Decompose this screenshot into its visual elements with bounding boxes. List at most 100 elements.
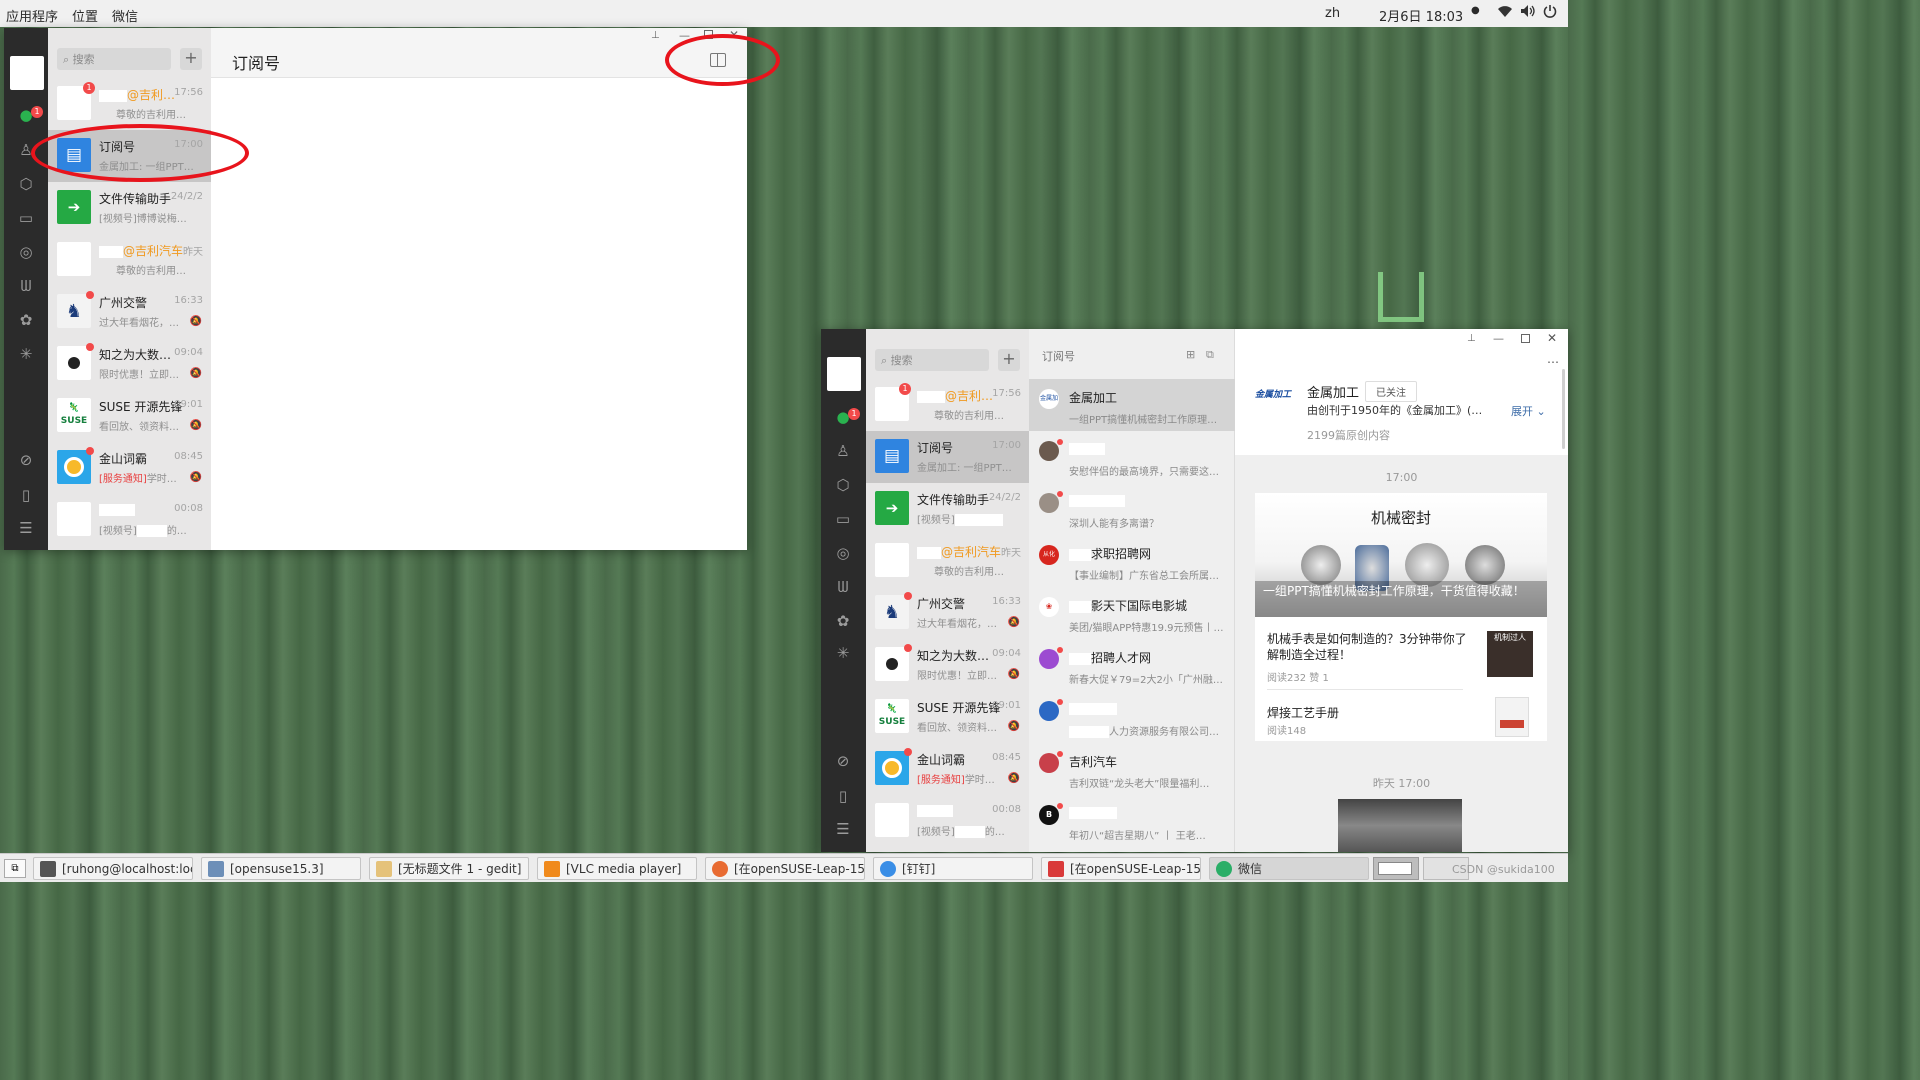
search-feature-icon[interactable]: ✳ — [14, 342, 38, 366]
feed-message: 【事业编制】广东省总工会所属… — [1069, 571, 1219, 582]
channels-icon[interactable]: ᗯ — [831, 575, 855, 599]
pin-icon[interactable]: ⊥ — [1467, 333, 1476, 344]
chat-item-file-transfer[interactable]: ➔ 文件传输助手 24/2/2 [视频号]博博说梅… — [48, 182, 211, 234]
scrollbar[interactable] — [1562, 369, 1565, 449]
chat-item-last[interactable]: 00:08 [视频号] 的… — [48, 494, 211, 546]
taskbar-gedit[interactable]: [无标题文件 1 - gedit] — [369, 857, 529, 880]
chat-item-suse[interactable]: 🦎 SUSE SUSE 开源先锋 09:01 看回放、领资料… 🔕 — [48, 390, 211, 442]
cube-icon[interactable]: ⬡ — [14, 172, 38, 196]
mute-bell-icon: 🔕 — [189, 316, 202, 327]
feed-item-hr[interactable]: 人力资源服务有限公司… — [1029, 691, 1235, 743]
phone-icon[interactable]: ▯ — [14, 483, 38, 507]
article-2-title[interactable]: 焊接工艺手册 — [1267, 704, 1339, 721]
mini-programs-link-icon[interactable]: ⊘ — [831, 749, 855, 773]
feed-avatar — [1039, 701, 1059, 721]
wifi-icon[interactable] — [1497, 4, 1513, 22]
chat-item-file-transfer[interactable]: ➔ 文件传输助手 24/2/2 [视频号] — [866, 483, 1029, 535]
feed-item-9[interactable]: B 年初八“超吉星期八” 丨 王老… — [1029, 795, 1235, 847]
chat-item-last[interactable]: 00:08 [视频号] 的… — [866, 795, 1029, 847]
chat-item-suse[interactable]: 🦎 SUSE SUSE 开源先锋 09:01 看回放、领资料… 🔕 — [866, 691, 1029, 743]
mute-bell-icon: 🔕 — [1007, 669, 1020, 680]
taskbar-vlc[interactable]: [VLC media player] — [537, 857, 697, 880]
feed-name — [1069, 701, 1117, 715]
add-button[interactable]: + — [180, 48, 202, 70]
followed-button[interactable]: 已关注 — [1365, 381, 1417, 402]
feed-item-2[interactable]: 安慰伴侣的最高境界，只需要这… — [1029, 431, 1235, 483]
feed-item-metal-processing[interactable]: 金属加工 金属加工 一组PPT搞懂机械密封工作原理… — [1029, 379, 1235, 431]
article-cover-image-2[interactable] — [1338, 799, 1462, 852]
chat-message: 尊敬的吉利用… — [116, 110, 186, 121]
chat-item-geely-2[interactable]: @吉利汽车 昨天 尊敬的吉利用… — [866, 535, 1029, 587]
search-feature-icon[interactable]: ✳ — [831, 641, 855, 665]
chat-item-zhizhi[interactable]: 知之为大数… 09:04 限时优惠！立即… 🔕 — [48, 338, 211, 390]
menu-applications[interactable]: 应用程序 — [6, 6, 58, 25]
chat-item-guangzhou-police[interactable]: ♞ 广州交警 16:33 过大年看烟花，… 🔕 — [866, 587, 1029, 639]
minimize-icon[interactable]: — — [1493, 332, 1504, 345]
chat-item-geely-1[interactable]: 1 @吉利… 17:56 尊敬的吉利用… — [48, 78, 211, 130]
moments-icon[interactable]: ◎ — [831, 541, 855, 565]
search-input[interactable]: ⌕ 搜索 — [57, 48, 171, 70]
user-avatar[interactable] — [827, 357, 861, 391]
feed-item-3[interactable]: 深圳人能有多离谱？ — [1029, 483, 1235, 535]
cube-icon[interactable]: ⬡ — [831, 473, 855, 497]
folder-icon[interactable]: ▭ — [14, 206, 38, 230]
mute-bell-icon: 🔕 — [1007, 721, 1020, 732]
chat-item-guangzhou-police[interactable]: ♞ 广州交警 16:33 过大年看烟花，… 🔕 — [48, 286, 211, 338]
search-input[interactable]: ⌕ 搜索 — [875, 349, 989, 371]
menu-wechat[interactable]: 微信 — [112, 6, 138, 25]
power-icon[interactable] — [1543, 4, 1557, 22]
moments-icon[interactable]: ◎ — [14, 240, 38, 264]
feed-item-talent[interactable]: 招聘人才网 新春大促￥79=2大2小「广州融… — [1029, 639, 1235, 691]
channels-icon[interactable]: ᗯ — [14, 274, 38, 298]
window-icon[interactable]: ⧉ — [1206, 348, 1214, 362]
taskbar-wechat[interactable]: 微信 — [1209, 857, 1369, 880]
maximize-icon[interactable] — [1521, 334, 1530, 343]
menu-icon[interactable]: ☰ — [831, 817, 855, 841]
article-cover-image[interactable]: 机械密封 一组PPT搞懂机械密封工作原理，干货值得收藏！ — [1255, 493, 1547, 617]
workspace-switcher-1[interactable] — [1373, 857, 1419, 880]
article-1-title[interactable]: 机械手表是如何制造的？3分钟带你了解制造全过程！ — [1267, 631, 1477, 663]
file-transfer-icon: ➔ — [875, 491, 909, 525]
expand-link[interactable]: 展开 ⌄ — [1511, 403, 1546, 419]
pin-icon[interactable]: ⊥ — [651, 30, 660, 41]
more-options-icon[interactable]: ⋯ — [1547, 355, 1559, 369]
unread-dot — [904, 592, 912, 600]
close-icon[interactable]: ✕ — [1547, 331, 1557, 345]
feed-item-cinema[interactable]: ❀ 影天下国际电影城 美团/猫眼APP特惠19.9元预售丨… — [1029, 587, 1235, 639]
phone-icon[interactable]: ▯ — [831, 784, 855, 808]
article-card[interactable]: 机械密封 一组PPT搞懂机械密封工作原理，干货值得收藏！ 机械手表是如何制造的？… — [1255, 493, 1547, 741]
top-panel: 应用程序 位置 微信 zh 2月6日 18:03 ● — [0, 0, 1568, 27]
user-avatar[interactable] — [10, 56, 44, 90]
folder-icon[interactable]: ▭ — [831, 507, 855, 531]
chat-item-zhizhi[interactable]: 知之为大数… 09:04 限时优惠！立即… 🔕 — [866, 639, 1029, 691]
mini-programs-link-icon[interactable]: ⊘ — [14, 448, 38, 472]
feed-item-job-network[interactable]: 从化 求职招聘网 【事业编制】广东省总工会所属… — [1029, 535, 1235, 587]
input-language[interactable]: zh — [1325, 6, 1340, 21]
menu-icon[interactable]: ☰ — [14, 516, 38, 540]
chat-item-jinshan[interactable]: 金山词霸 08:45 [服务通知]学时… 🔕 — [866, 743, 1029, 795]
chat-avatar — [57, 242, 91, 276]
volume-icon[interactable] — [1520, 4, 1536, 22]
chat-message: 尊敬的吉利用… — [934, 411, 1004, 422]
contacts-icon[interactable]: ♙ — [831, 439, 855, 463]
mini-program-icon[interactable]: ✿ — [831, 609, 855, 633]
unread-badge: 1 — [31, 106, 43, 118]
mini-program-icon[interactable]: ✿ — [14, 308, 38, 332]
clock[interactable]: 2月6日 18:03 — [1379, 6, 1463, 25]
taskbar-wps[interactable]: [在openSUSE-Leap-15.… — [1041, 857, 1201, 880]
chat-item-subscriptions[interactable]: ▤ 订阅号 17:00 金属加工: 一组PPT… — [866, 431, 1029, 483]
add-button[interactable]: + — [998, 349, 1020, 371]
grid-view-icon[interactable]: ⊞ — [1186, 348, 1195, 361]
taskbar-opensuse[interactable]: [opensuse15.3] — [201, 857, 361, 880]
menu-places[interactable]: 位置 — [72, 6, 98, 25]
chat-item-jinshan[interactable]: 金山词霸 08:45 [服务通知]学时… 🔕 — [48, 442, 211, 494]
feed-item-geely[interactable]: 吉利汽车 吉利双链“龙头老大”限量福利… — [1029, 743, 1235, 795]
taskbar-terminal[interactable]: [ruhong@localhost:loca… — [33, 857, 193, 880]
show-desktop-icon[interactable]: ⧉ — [4, 859, 26, 878]
chat-item-geely-1[interactable]: 1 @吉利… 17:56 尊敬的吉利用… — [866, 379, 1029, 431]
chat-time: 09:01 — [992, 700, 1021, 711]
chat-item-geely-2[interactable]: @吉利汽车 昨天 尊敬的吉利用… — [48, 234, 211, 286]
chat-time: 24/2/2 — [988, 492, 1021, 503]
taskbar-firefox[interactable]: [在openSUSE-Leap-15.… — [705, 857, 865, 880]
taskbar-dingtalk[interactable]: [钉钉] — [873, 857, 1033, 880]
